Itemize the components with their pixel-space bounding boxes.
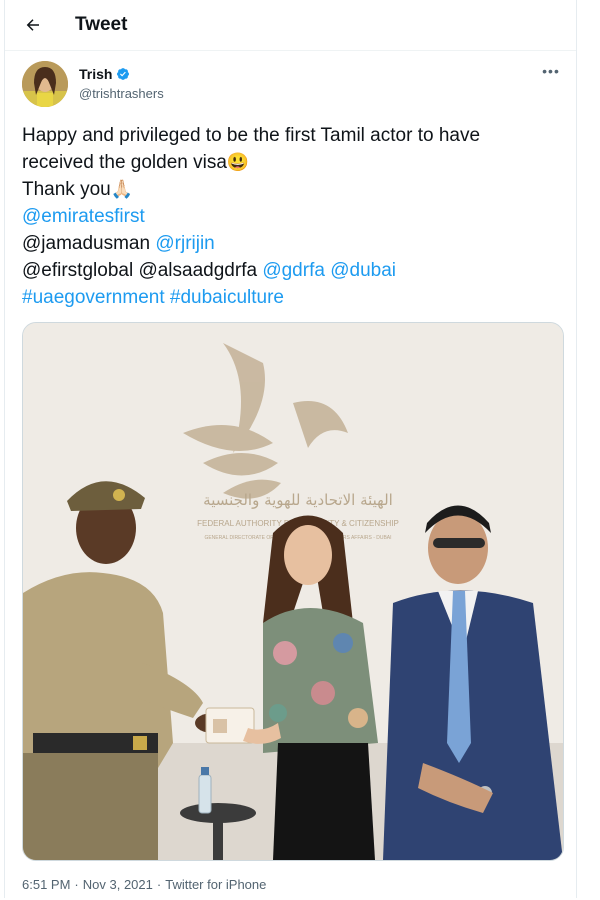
more-options-button[interactable]: •••: [541, 64, 561, 78]
hashtag-uaegovernment[interactable]: #uaegovernment: [22, 287, 165, 308]
folded-hands-icon: 🙏🏻: [110, 179, 134, 199]
tweet-line-5: @jamadusman @rjrijin: [22, 230, 567, 257]
mention-rjrijin[interactable]: @rjrijin: [155, 233, 214, 254]
tweet-line-3: Thank you🙏🏻: [22, 176, 567, 203]
tweet-line-4: @emiratesfirst: [22, 203, 567, 230]
avatar[interactable]: [22, 61, 68, 107]
tweet-line-1: Happy and privileged to be the first Tam…: [22, 125, 481, 146]
tweet-line-2: received the golden visa😃: [22, 149, 567, 176]
mention-efirstglobal: @efirstglobal: [22, 260, 134, 281]
tweet-date[interactable]: Nov 3, 2021: [83, 877, 153, 892]
tweet-meta: 6:51 PM · Nov 3, 2021 · Twitter for iPhone: [22, 877, 267, 892]
tweet-line-2-text: received the golden visa: [22, 152, 227, 173]
tweet-time[interactable]: 6:51 PM: [22, 877, 70, 892]
mention-gdrfa[interactable]: @gdrfa: [262, 260, 325, 281]
mention-alsaadgdrfa: @alsaadgdrfa: [138, 260, 258, 281]
more-dots-icon: •••: [542, 63, 560, 79]
tweet-line-6: @efirstglobal @alsaadgdrfa @gdrfa @dubai: [22, 257, 567, 284]
page-title: Tweet: [75, 14, 128, 35]
tweet-detail-panel: Tweet Trish @trishtrashers ••• Happy and…: [4, 0, 577, 898]
mention-jamadusman: @jamadusman: [22, 233, 151, 254]
hashtag-dubaiculture[interactable]: #dubaiculture: [170, 287, 284, 308]
tweet-line-3-text: Thank you: [22, 179, 111, 200]
grinning-face-icon: 😃: [226, 152, 250, 172]
mention-dubai[interactable]: @dubai: [330, 260, 396, 281]
arrow-left-icon: [26, 19, 39, 31]
author-name-line[interactable]: Trish: [79, 66, 130, 82]
mention-emiratesfirst[interactable]: @emiratesfirst: [22, 206, 145, 227]
sign-arabic: الهيئة الاتحادية للهوية والجنسية: [203, 491, 393, 509]
tweet-source[interactable]: Twitter for iPhone: [165, 877, 266, 892]
author-name[interactable]: Trish: [79, 66, 112, 82]
top-bar: Tweet: [5, 0, 576, 51]
tweet-line-7: #uaegovernment #dubaiculture: [22, 284, 567, 311]
tweet-text: Happy and privileged to be the first Tam…: [22, 122, 567, 311]
tweet-photo[interactable]: الهيئة الاتحادية للهوية والجنسية FEDERAL…: [22, 322, 564, 861]
back-button[interactable]: [19, 11, 47, 39]
verified-badge-icon: [117, 68, 130, 80]
author-handle[interactable]: @trishtrashers: [79, 86, 164, 101]
